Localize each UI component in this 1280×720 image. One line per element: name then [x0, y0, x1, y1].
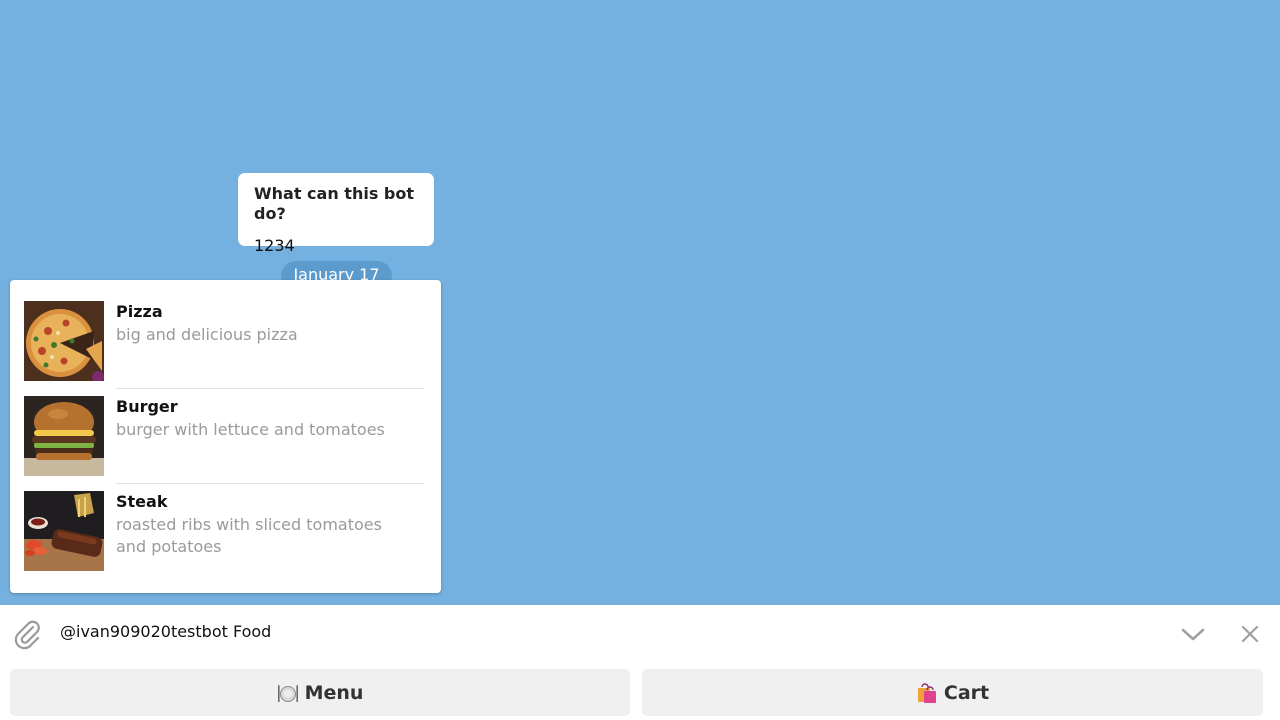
result-title: Pizza: [116, 302, 163, 321]
inline-result-item[interactable]: Steak roasted ribs with sliced tomatoes …: [10, 491, 441, 586]
divider: [116, 483, 424, 484]
bot-info-text: 1234: [254, 236, 295, 255]
steak-thumbnail: [24, 491, 104, 571]
divider: [116, 388, 424, 389]
message-input[interactable]: @ivan909020testbot Food: [60, 621, 271, 643]
result-description: roasted ribs with sliced tomatoes and po…: [116, 515, 382, 556]
plate-cutlery-icon: [277, 682, 299, 704]
result-description: burger with lettuce and tomatoes: [116, 420, 385, 439]
close-icon[interactable]: [1240, 624, 1260, 644]
cart-button[interactable]: Cart: [642, 669, 1263, 716]
chevron-down-icon[interactable]: [1180, 624, 1206, 644]
inline-results-panel: Pizza big and delicious pizza Burger bur…: [10, 280, 441, 593]
chat-area: What can this bot do? 1234 January 17 Pi…: [0, 0, 1280, 605]
pizza-thumbnail: [24, 301, 104, 381]
bot-info-title: What can this bot do?: [254, 184, 415, 223]
shopping-bags-icon: [916, 682, 938, 704]
burger-thumbnail: [24, 396, 104, 476]
result-title: Burger: [116, 397, 178, 416]
menu-button-label: Menu: [304, 681, 364, 704]
cart-button-label: Cart: [943, 681, 990, 704]
result-title: Steak: [116, 492, 168, 511]
inline-result-item[interactable]: Burger burger with lettuce and tomatoes: [10, 396, 441, 491]
inline-result-item[interactable]: Pizza big and delicious pizza: [10, 301, 441, 396]
menu-button[interactable]: Menu: [10, 669, 630, 716]
result-description: big and delicious pizza: [116, 325, 298, 344]
paperclip-icon[interactable]: [13, 618, 41, 650]
bot-info-bubble: What can this bot do? 1234: [238, 173, 434, 255]
